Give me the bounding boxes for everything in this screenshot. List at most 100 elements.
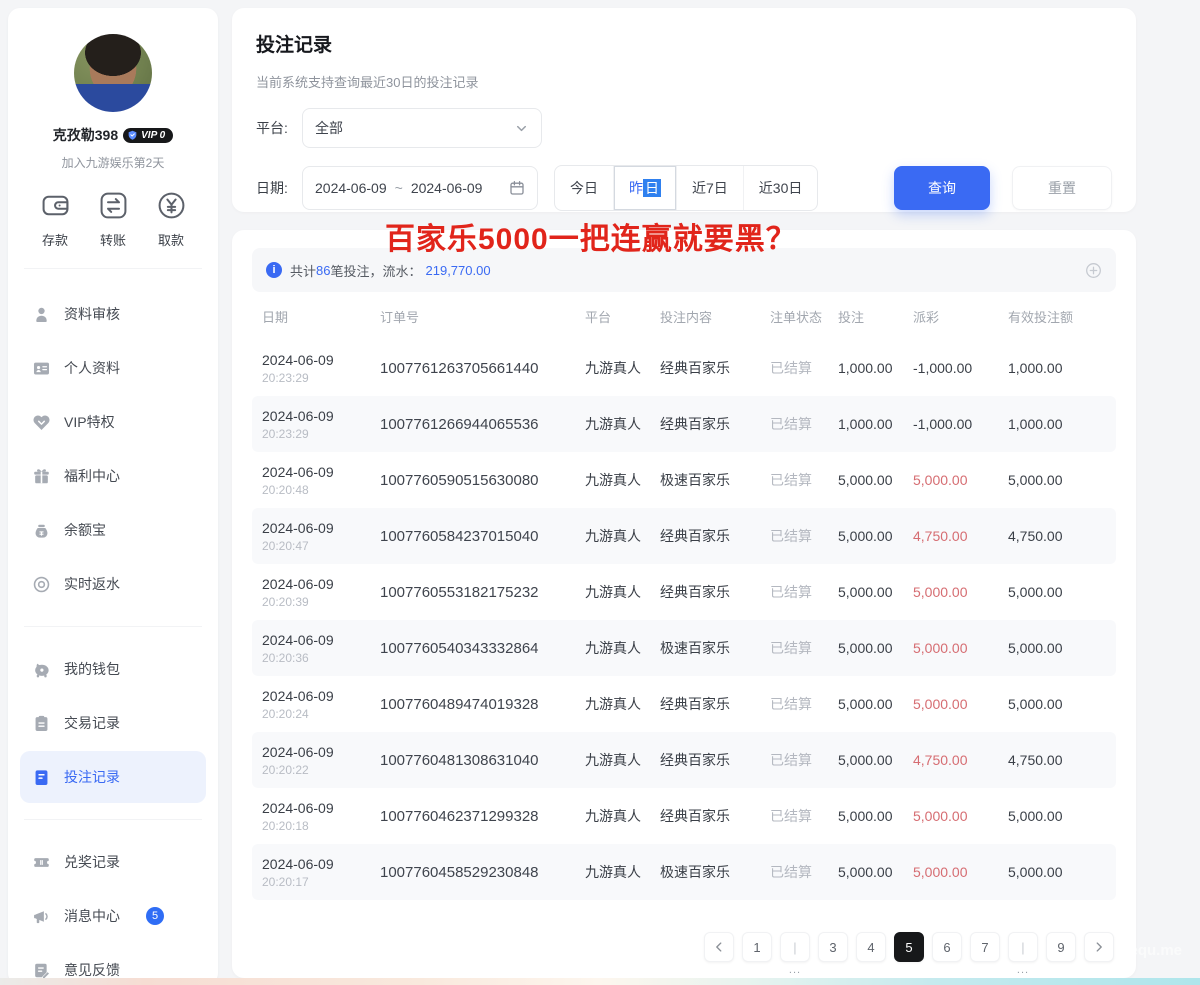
quick-action-label: 存款 — [42, 230, 68, 249]
info-icon: i — [266, 262, 282, 278]
transfer-icon — [97, 189, 130, 222]
pagination-page-9[interactable]: 9 — [1046, 932, 1076, 962]
sidebar-item-welfare[interactable]: 福利中心 — [20, 450, 206, 502]
pagination-next-button[interactable] — [1084, 932, 1114, 962]
table-row: 2024-06-0920:20:361007760540343332864九游真… — [252, 620, 1116, 676]
plus-circle-icon[interactable] — [1085, 262, 1102, 279]
date-end: 2024-06-09 — [411, 180, 483, 196]
cell-order-no: 1007760481308631040 — [380, 752, 585, 769]
cell-platform: 九游真人 — [585, 358, 660, 378]
column-header: 日期 — [262, 307, 380, 326]
filter-card: 投注记录 当前系统支持查询最近30日的投注记录 平台: 全部 日期: 2024-… — [232, 8, 1136, 212]
sidebar-item-prizes[interactable]: 兑奖记录 — [20, 836, 206, 888]
quick-date-button-4[interactable]: 近30日 — [744, 166, 818, 210]
sidebar-item-label: 兑奖记录 — [64, 852, 120, 872]
quick-date-label: 昨日 — [629, 178, 661, 198]
piggy-bank-icon — [32, 660, 51, 679]
calendar-icon — [509, 180, 525, 196]
quick-action-transfer[interactable]: 转账 — [90, 189, 136, 249]
clipboard-icon — [32, 714, 51, 733]
avatar — [74, 34, 152, 112]
platform-select[interactable]: 全部 — [302, 108, 542, 148]
chevron-right-icon — [1092, 940, 1106, 954]
quick-action-withdraw[interactable]: 取款 — [148, 189, 194, 249]
pagination-page-1[interactable]: 1 — [742, 932, 772, 962]
date-range-input[interactable]: 2024-06-09 ~ 2024-06-09 — [302, 166, 538, 210]
cell-content: 经典百家乐 — [660, 750, 770, 770]
sidebar-item-bet-records[interactable]: 投注记录 — [20, 751, 206, 803]
sidebar-item-profile[interactable]: 个人资料 — [20, 342, 206, 394]
quick-action-deposit[interactable]: 存款 — [32, 189, 78, 249]
cell-date: 2024-06-0920:20:47 — [262, 520, 380, 553]
ellipsis-dots: ... — [789, 965, 801, 976]
pagination-ellipsis[interactable]: |... — [1008, 932, 1038, 962]
divider — [24, 268, 202, 269]
date-label: 日期: — [256, 178, 302, 198]
cell-date: 2024-06-0920:20:18 — [262, 800, 380, 833]
deposit-icon — [39, 189, 72, 222]
join-days-text: 加入九游娱乐第2天 — [8, 154, 218, 171]
quick-date-button-2[interactable]: 昨日 — [614, 166, 677, 210]
cell-payout: 5,000.00 — [913, 584, 1008, 600]
pagination-page-4[interactable]: 4 — [856, 932, 886, 962]
cell-valid-bet: 4,750.00 — [1008, 752, 1106, 768]
cell-status: 已结算 — [770, 694, 838, 714]
cell-valid-bet: 5,000.00 — [1008, 472, 1106, 488]
cell-content: 经典百家乐 — [660, 414, 770, 434]
pagination-ellipsis[interactable]: |... — [780, 932, 810, 962]
reset-button[interactable]: 重置 — [1012, 166, 1112, 210]
cell-order-no: 1007761263705661440 — [380, 360, 585, 377]
search-button[interactable]: 查询 — [894, 166, 990, 210]
sidebar-item-transactions[interactable]: 交易记录 — [20, 697, 206, 749]
cell-platform: 九游真人 — [585, 638, 660, 658]
page-title: 投注记录 — [256, 30, 1112, 57]
cell-valid-bet: 5,000.00 — [1008, 696, 1106, 712]
sidebar-item-rebate[interactable]: 实时返水 — [20, 558, 206, 610]
pagination-page-7[interactable]: 7 — [970, 932, 1000, 962]
sidebar-item-label: 交易记录 — [64, 713, 120, 733]
bet-record-icon — [32, 768, 51, 787]
pagination-page-6[interactable]: 6 — [932, 932, 962, 962]
cell-valid-bet: 4,750.00 — [1008, 528, 1106, 544]
cell-content: 经典百家乐 — [660, 358, 770, 378]
divider — [24, 819, 202, 820]
cell-status: 已结算 — [770, 806, 838, 826]
username: 克孜勒398 — [53, 125, 118, 145]
pagination-page-5[interactable]: 5 — [894, 932, 924, 962]
pagination-page-3[interactable]: 3 — [818, 932, 848, 962]
chevron-down-icon — [514, 121, 529, 136]
cell-order-no: 1007760458529230848 — [380, 864, 585, 881]
platform-select-value: 全部 — [315, 118, 343, 138]
pagination-prev-button[interactable] — [704, 932, 734, 962]
vip-icon — [32, 413, 51, 432]
cell-payout: 5,000.00 — [913, 864, 1008, 880]
shield-icon — [127, 130, 138, 141]
cell-content: 经典百家乐 — [660, 526, 770, 546]
table-row: 2024-06-0920:20:471007760584237015040九游真… — [252, 508, 1116, 564]
cell-content: 极速百家乐 — [660, 862, 770, 882]
sidebar-item-audit[interactable]: 资料审核 — [20, 288, 206, 340]
sidebar: 克孜勒398 VIP 0 加入九游娱乐第2天 存款 转账取款 资料审核个人资料VI… — [8, 8, 218, 985]
table-row: 2024-06-0920:23:291007761263705661440九游真… — [252, 340, 1116, 396]
cell-order-no: 1007760489474019328 — [380, 696, 585, 713]
cell-date: 2024-06-0920:20:22 — [262, 744, 380, 777]
sidebar-item-yuebao[interactable]: 余额宝 — [20, 504, 206, 556]
quick-date-button-1[interactable]: 今日 — [555, 166, 614, 210]
sidebar-item-vip[interactable]: VIP特权 — [20, 396, 206, 448]
cell-order-no: 1007760540343332864 — [380, 640, 585, 657]
table-row: 2024-06-0920:20:181007760462371299328九游真… — [252, 788, 1116, 844]
quick-date-button-3[interactable]: 近7日 — [677, 166, 744, 210]
sidebar-item-messages[interactable]: 消息中心5 — [20, 890, 206, 942]
summary-suffix: 笔投注，流水： — [330, 261, 421, 280]
divider — [24, 626, 202, 627]
vip-badge-label: VIP 0 — [141, 130, 165, 141]
cell-content: 极速百家乐 — [660, 638, 770, 658]
id-card-icon — [32, 359, 51, 378]
quick-action-label: 取款 — [158, 230, 184, 249]
cell-platform: 九游真人 — [585, 582, 660, 602]
sidebar-item-wallet[interactable]: 我的钱包 — [20, 643, 206, 695]
cell-content: 经典百家乐 — [660, 582, 770, 602]
cell-bet: 1,000.00 — [838, 416, 913, 432]
cell-order-no: 1007761266944065536 — [380, 416, 585, 433]
cell-bet: 5,000.00 — [838, 640, 913, 656]
